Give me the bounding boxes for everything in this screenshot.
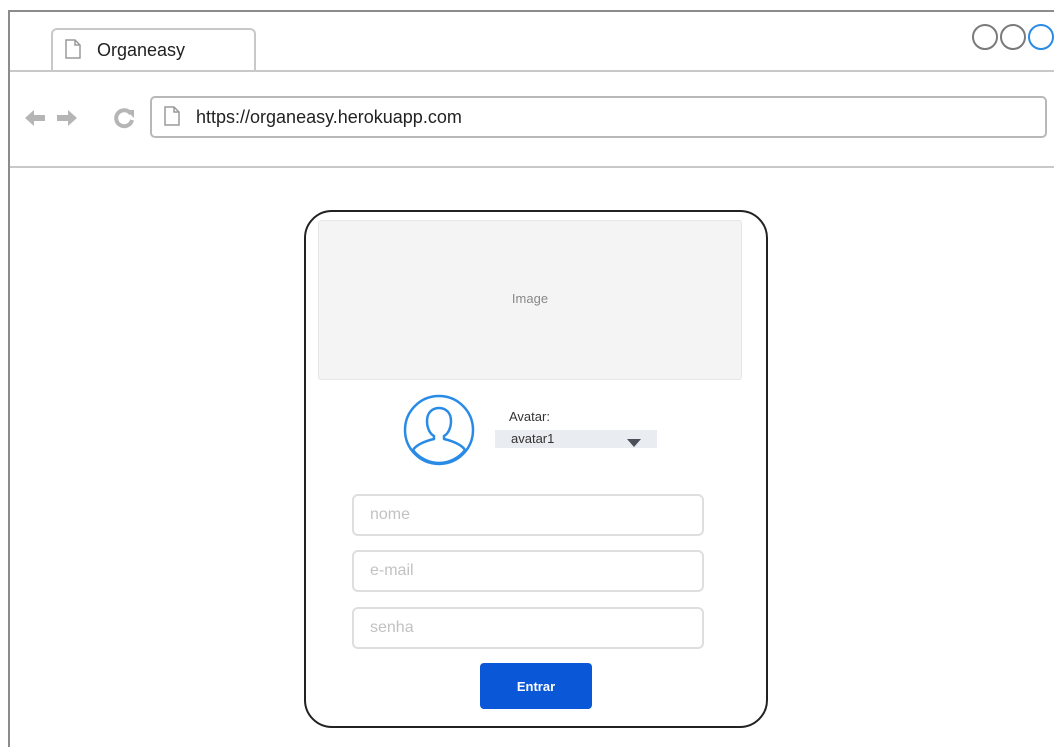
submit-button[interactable]: Entrar	[480, 663, 592, 709]
maximize-button[interactable]	[1000, 24, 1026, 50]
close-button[interactable]	[1028, 24, 1054, 50]
tab-bar: Organeasy	[10, 12, 1054, 72]
image-placeholder-label: Image	[511, 291, 549, 306]
forward-arrow-icon[interactable]	[56, 107, 78, 129]
image-placeholder: Image	[318, 220, 742, 380]
user-avatar-icon	[403, 394, 475, 466]
browser-toolbar: https://organeasy.herokuapp.com	[10, 72, 1054, 168]
address-bar[interactable]: https://organeasy.herokuapp.com	[150, 96, 1047, 138]
back-arrow-icon[interactable]	[24, 107, 46, 129]
password-field[interactable]	[352, 607, 704, 649]
browser-tab[interactable]: Organeasy	[51, 28, 256, 70]
browser-window: Organeasy https://organeasy.herokuapp.co…	[8, 10, 1054, 747]
tab-title: Organeasy	[97, 40, 186, 60]
email-field[interactable]	[352, 550, 704, 592]
chevron-down-icon	[627, 435, 641, 450]
page-icon	[164, 106, 180, 131]
reload-icon[interactable]	[113, 107, 135, 129]
name-field[interactable]	[352, 494, 704, 536]
url-text: https://organeasy.herokuapp.com	[196, 107, 462, 127]
avatar-label: Avatar:	[509, 409, 550, 424]
login-card: Image Avatar: avatar1 Entra	[304, 210, 768, 728]
avatar-select[interactable]: avatar1	[495, 430, 657, 448]
page-content: Image Avatar: avatar1 Entra	[10, 168, 1054, 749]
avatar-select-value: avatar1	[511, 431, 555, 446]
minimize-button[interactable]	[972, 24, 998, 50]
page-icon	[65, 39, 81, 64]
window-controls	[972, 24, 1054, 54]
